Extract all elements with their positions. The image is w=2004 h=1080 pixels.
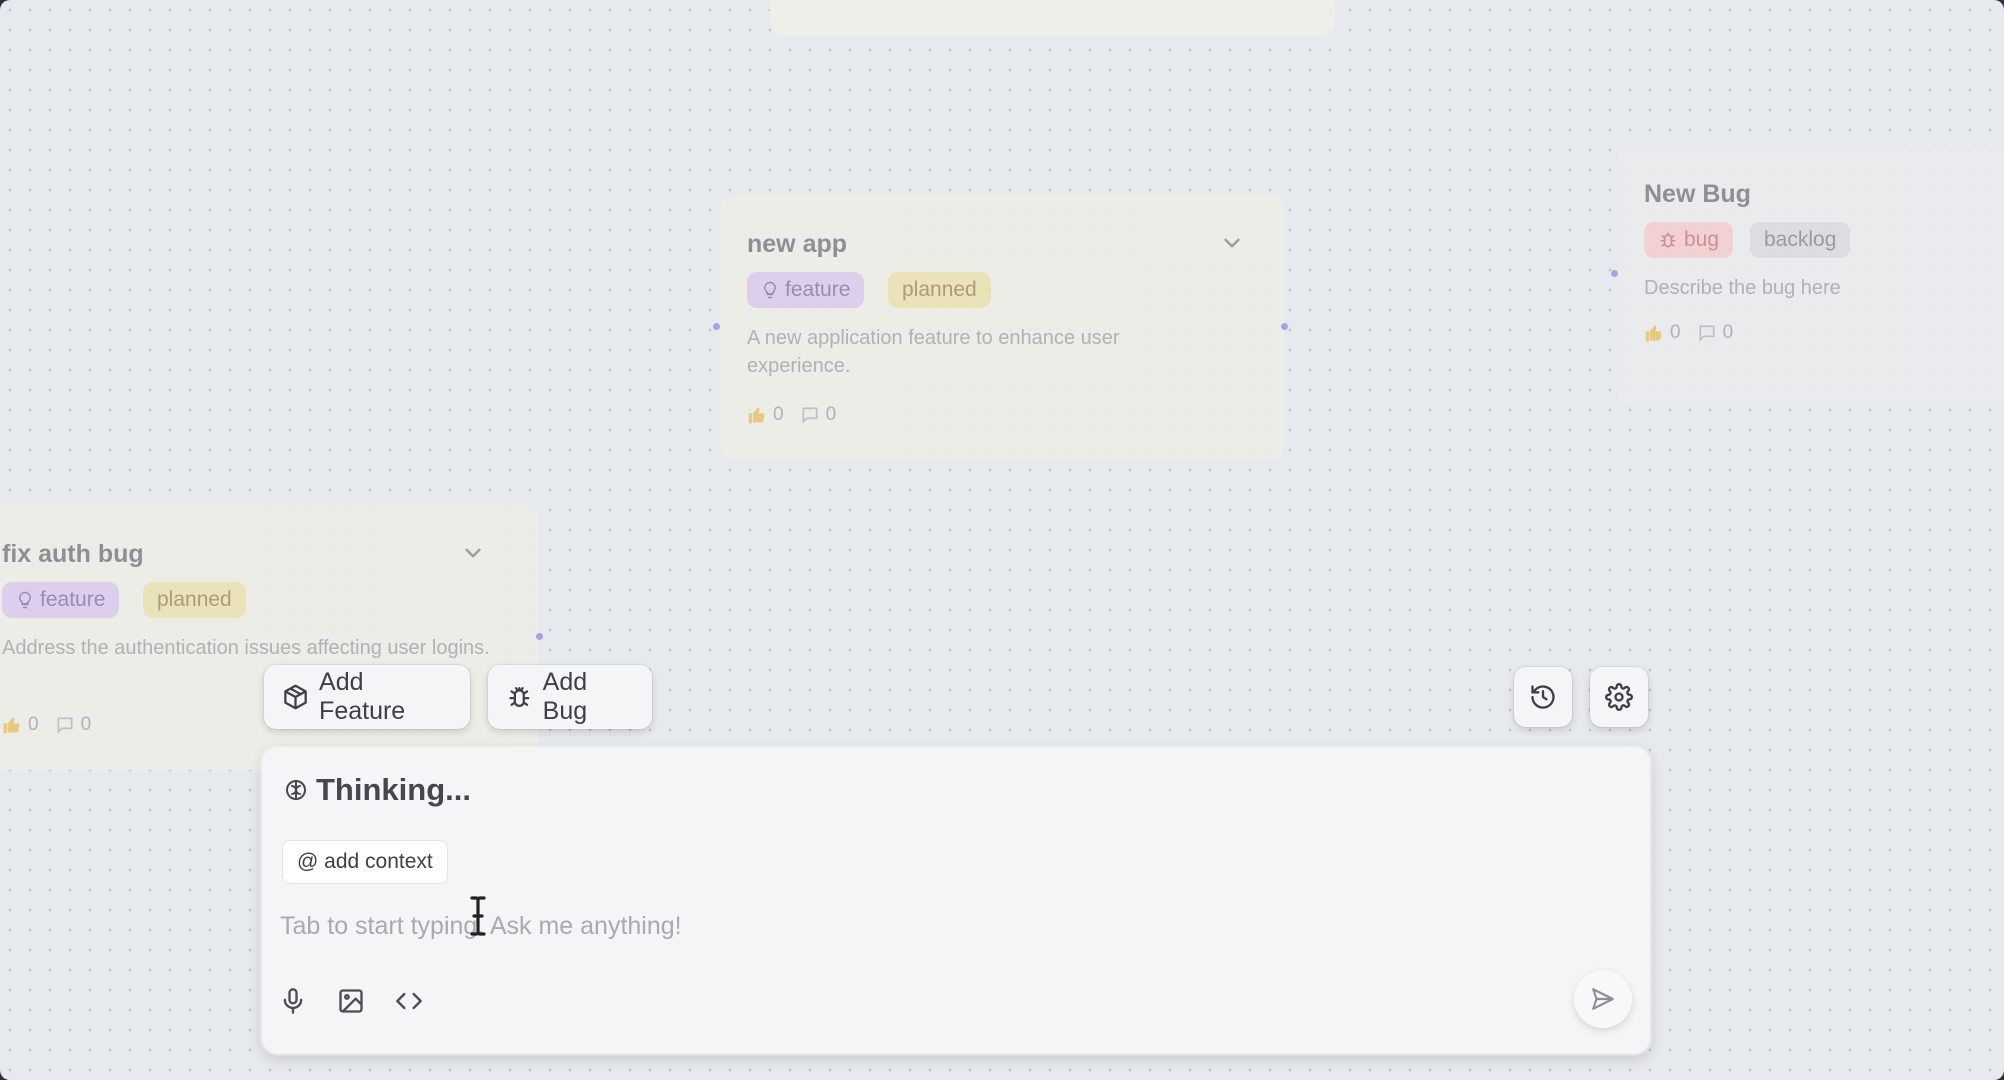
connector-dot[interactable] xyxy=(1281,323,1288,330)
tag-label: planned xyxy=(157,588,232,611)
card-title: New Bug xyxy=(1644,180,1751,208)
code-button[interactable] xyxy=(392,984,426,1018)
comment-icon[interactable] xyxy=(55,715,75,735)
tag-planned[interactable]: planned xyxy=(143,582,246,618)
lightbulb-icon xyxy=(19,591,31,609)
card-description: A new application feature to enhance use… xyxy=(747,327,1120,377)
tag-planned[interactable]: planned xyxy=(888,272,991,308)
comment-count: 0 xyxy=(80,714,92,735)
chevron-down-icon[interactable] xyxy=(460,540,486,566)
add-feature-label: Add Feature xyxy=(319,668,406,725)
like-count: 0 xyxy=(28,714,39,735)
comment-count: 0 xyxy=(1722,322,1734,343)
card-title: fix auth bug xyxy=(2,540,144,568)
tag-label: bug xyxy=(1684,228,1720,251)
card-description: Address the authentication issues affect… xyxy=(2,637,490,659)
add-bug-label: Add Bug xyxy=(542,668,588,725)
image-icon xyxy=(339,989,363,1013)
comment-icon[interactable] xyxy=(1697,323,1717,343)
offscreen-card[interactable] xyxy=(770,0,1335,36)
gear-icon xyxy=(1605,683,1633,711)
microphone-icon xyxy=(283,988,303,1014)
add-context-button[interactable]: @ add context xyxy=(282,840,448,884)
like-count: 0 xyxy=(773,404,784,425)
tag-feature[interactable]: feature xyxy=(747,272,865,308)
text-cursor-icon xyxy=(470,896,486,936)
comment-icon[interactable] xyxy=(800,405,820,425)
image-button[interactable] xyxy=(334,984,368,1018)
chevron-down-icon[interactable] xyxy=(1219,230,1245,256)
like-count: 0 xyxy=(1670,322,1681,343)
code-icon xyxy=(396,992,422,1010)
card-description: Describe the bug here xyxy=(1644,277,1841,299)
thumbs-up-icon[interactable] xyxy=(2,715,22,735)
settings-button[interactable] xyxy=(1590,667,1648,727)
tag-label: feature xyxy=(40,588,106,611)
card-stats: 0 0 xyxy=(1644,322,1733,344)
card-new-bug[interactable]: New Bug bug backlog Describe the bug her… xyxy=(1618,146,2004,406)
card-title: new app xyxy=(747,230,848,258)
tag-label: planned xyxy=(902,278,977,301)
brain-icon xyxy=(286,780,306,800)
card-fix-auth-bug[interactable]: fix auth bug feature planned Address the… xyxy=(0,504,538,770)
tag-backlog[interactable]: backlog xyxy=(1750,222,1851,258)
connector-dot[interactable] xyxy=(713,323,720,330)
history-icon xyxy=(1531,685,1555,709)
thumbs-up-icon[interactable] xyxy=(747,405,767,425)
box-icon xyxy=(284,684,307,710)
tag-label: feature xyxy=(785,278,851,301)
card-stats: 0 0 xyxy=(747,404,836,426)
prompt-input[interactable] xyxy=(280,906,1380,946)
tag-label: backlog xyxy=(1764,228,1837,251)
card-new-app[interactable]: new app feature planned A new applicatio… xyxy=(720,194,1284,460)
thinking-label: Thinking... xyxy=(316,772,471,807)
bug-icon xyxy=(509,687,530,707)
history-button[interactable] xyxy=(1514,667,1572,727)
comment-count: 0 xyxy=(825,404,837,425)
board-canvas[interactable]: new app feature planned A new applicatio… xyxy=(0,0,2004,1080)
tag-bug[interactable]: bug xyxy=(1644,222,1734,258)
send-button[interactable] xyxy=(1574,970,1632,1028)
add-feature-button[interactable]: Add Feature xyxy=(264,665,470,729)
add-bug-button[interactable]: Add Bug xyxy=(488,665,652,729)
lightbulb-icon xyxy=(764,281,776,299)
send-icon xyxy=(1592,988,1614,1010)
card-stats: 0 0 xyxy=(2,714,91,736)
connector-dot[interactable] xyxy=(536,633,543,640)
microphone-button[interactable] xyxy=(276,984,310,1018)
tag-feature[interactable]: feature xyxy=(2,582,120,618)
connector-dot[interactable] xyxy=(1611,270,1618,277)
thinking-status: Thinking... xyxy=(284,772,471,808)
thumbs-up-icon[interactable] xyxy=(1644,323,1664,343)
bug-icon xyxy=(1660,232,1676,248)
